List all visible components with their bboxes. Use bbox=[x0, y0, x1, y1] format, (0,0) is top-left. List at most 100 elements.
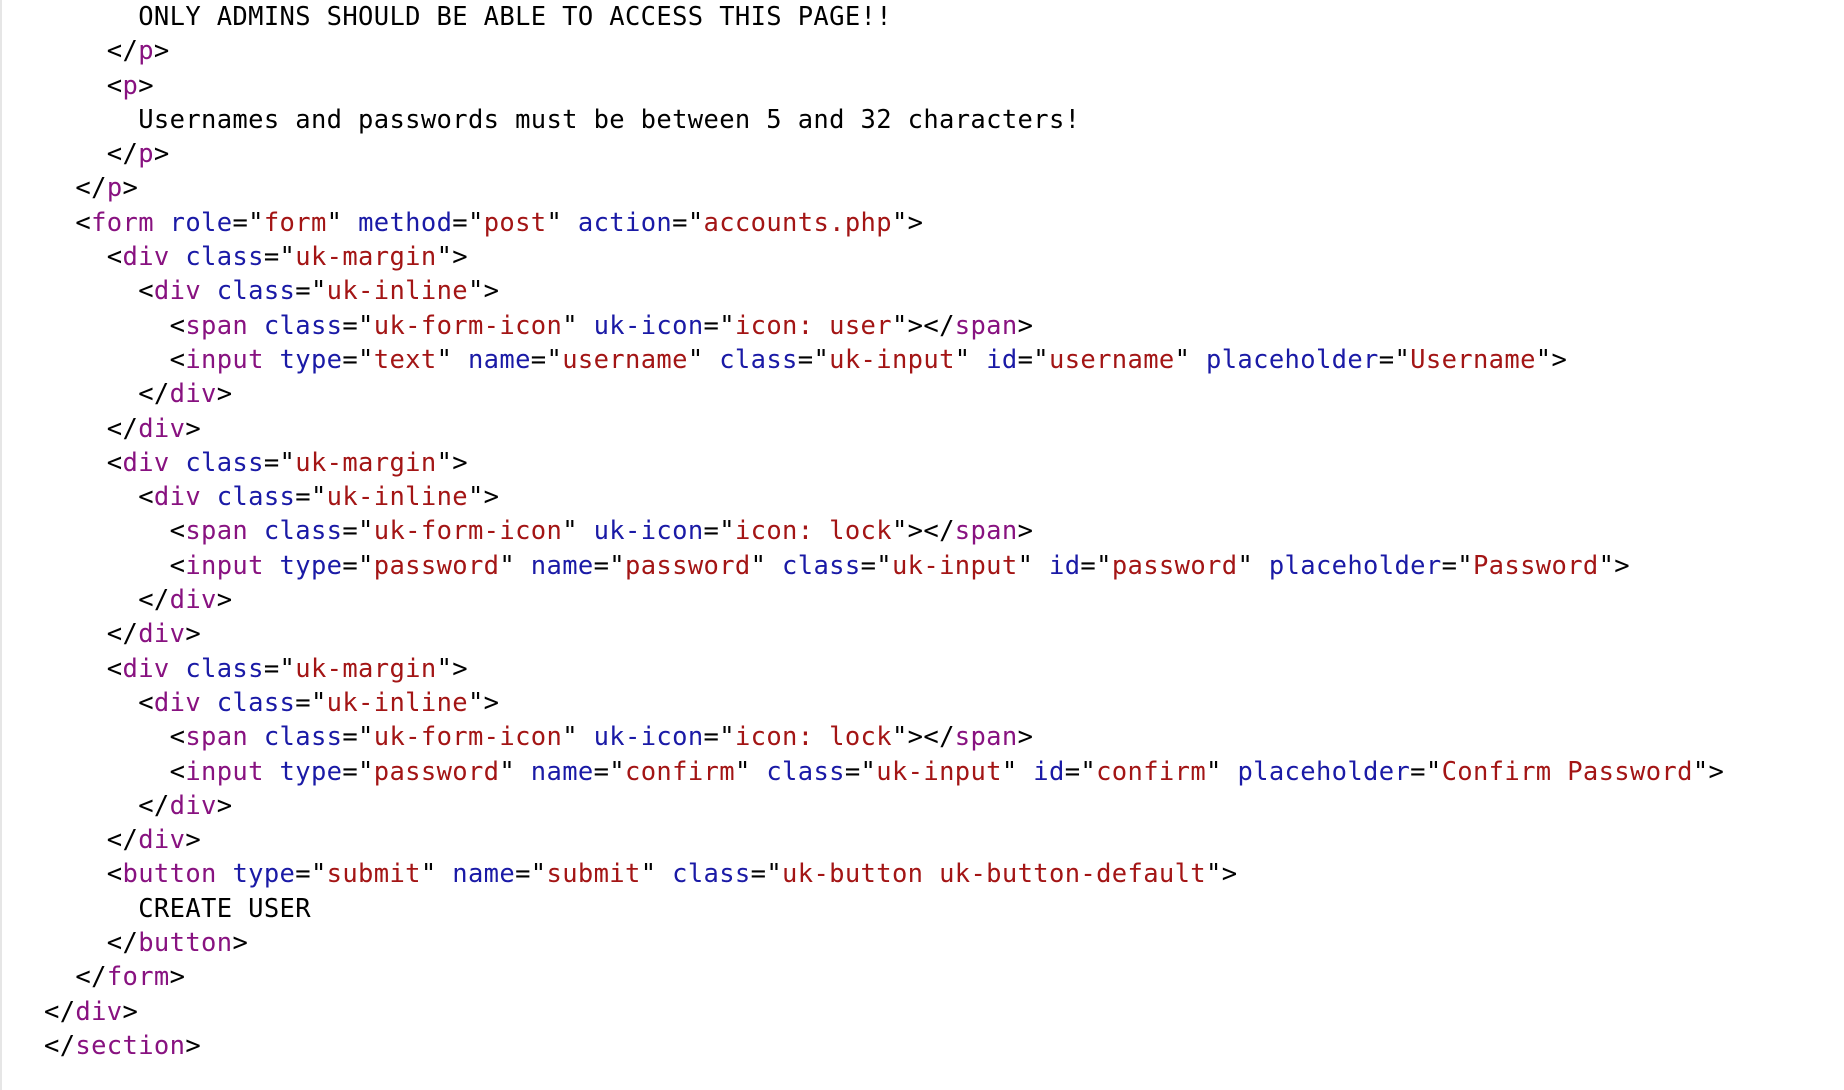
code-punctuation: " bbox=[1206, 756, 1238, 787]
code-attribute-value: username bbox=[1049, 344, 1175, 375]
code-punctuation: =" bbox=[342, 550, 374, 581]
code-attribute-name: uk-icon bbox=[593, 516, 704, 547]
code-attribute-value: uk-inline bbox=[326, 687, 468, 718]
code-punctuation: " bbox=[326, 207, 359, 238]
code-text: CREATE USER bbox=[44, 893, 311, 924]
code-punctuation: =" bbox=[295, 482, 327, 513]
code-punctuation bbox=[248, 516, 264, 546]
code-punctuation: > bbox=[185, 413, 202, 444]
code-punctuation: =" bbox=[750, 859, 783, 890]
code-attribute-name: placeholder bbox=[1268, 550, 1442, 581]
code-attribute-value: Confirm Password bbox=[1441, 756, 1693, 787]
code-attribute-value: password bbox=[373, 756, 500, 787]
code-attribute-name: type bbox=[279, 344, 343, 375]
code-attribute-value: uk-inline bbox=[326, 276, 468, 307]
code-punctuation: > bbox=[232, 928, 249, 959]
code-line: <form role="form" method="post" action="… bbox=[44, 206, 1724, 240]
code-tag-name: span bbox=[954, 516, 1018, 547]
code-attribute-name: class bbox=[185, 653, 264, 684]
code-attribute-name: id bbox=[1033, 756, 1065, 787]
code-punctuation: </ bbox=[44, 928, 139, 959]
code-punctuation bbox=[248, 311, 264, 341]
code-attribute-name: name bbox=[530, 550, 594, 581]
code-attribute-name: class bbox=[782, 550, 861, 581]
code-attribute-name: type bbox=[279, 756, 343, 787]
code-tag-name: div bbox=[75, 996, 123, 1027]
code-punctuation: =" bbox=[1064, 756, 1097, 787]
code-punctuation: =" bbox=[672, 207, 704, 238]
code-punctuation: < bbox=[44, 687, 154, 718]
code-attribute-value: Username bbox=[1410, 344, 1536, 375]
code-punctuation: =" bbox=[593, 756, 626, 787]
code-attribute-name: class bbox=[263, 722, 343, 753]
code-line: CREATE USER bbox=[44, 892, 1724, 926]
code-punctuation: > bbox=[185, 619, 202, 650]
code-punctuation: "> bbox=[467, 482, 500, 513]
code-punctuation: < bbox=[44, 550, 186, 581]
code-attribute-value: uk-margin bbox=[295, 242, 437, 273]
code-tag-name: form bbox=[91, 207, 154, 238]
code-attribute-value: Password bbox=[1472, 550, 1599, 581]
code-attribute-value: accounts.php bbox=[703, 207, 892, 238]
code-punctuation: =" bbox=[232, 207, 264, 238]
code-attribute-name: role bbox=[169, 207, 233, 238]
code-punctuation: < bbox=[44, 344, 186, 375]
code-tag-name: p bbox=[138, 36, 154, 67]
code-attribute-name: name bbox=[452, 859, 516, 890]
code-punctuation: > bbox=[122, 173, 139, 204]
code-punctuation bbox=[264, 757, 280, 787]
code-punctuation: </ bbox=[44, 619, 139, 650]
code-tag-name: div bbox=[122, 447, 170, 478]
code-punctuation bbox=[201, 688, 217, 718]
code-punctuation: </ bbox=[44, 36, 139, 67]
code-punctuation: =" bbox=[844, 756, 877, 787]
code-punctuation: </ bbox=[44, 996, 76, 1027]
code-punctuation: </ bbox=[44, 413, 139, 444]
code-tag-name: span bbox=[185, 722, 249, 753]
code-attribute-value: icon: lock bbox=[734, 722, 892, 753]
code-attribute-value: uk-input bbox=[829, 344, 955, 375]
code-tag-name: span bbox=[185, 310, 249, 341]
code-punctuation: "> bbox=[467, 687, 500, 718]
code-attribute-value: uk-inline bbox=[326, 482, 468, 513]
code-punctuation: </ bbox=[44, 790, 170, 821]
code-line: </div> bbox=[44, 617, 1724, 651]
code-punctuation bbox=[217, 859, 233, 889]
code-tag-name: input bbox=[185, 344, 264, 375]
code-punctuation: "> bbox=[1598, 550, 1631, 581]
code-punctuation: " bbox=[420, 859, 453, 890]
code-line: </div> bbox=[44, 789, 1724, 823]
code-tag-name: div bbox=[169, 790, 217, 821]
code-punctuation bbox=[170, 654, 186, 684]
code-tag-name: div bbox=[138, 825, 186, 856]
code-tag-name: button bbox=[138, 928, 233, 959]
code-tag-name: span bbox=[954, 722, 1018, 753]
code-punctuation: </ bbox=[44, 825, 139, 856]
code-attribute-value: uk-form-icon bbox=[373, 516, 563, 547]
code-punctuation: =" bbox=[295, 276, 327, 307]
code-punctuation: "> bbox=[891, 207, 924, 238]
code-punctuation: " bbox=[687, 344, 720, 375]
code-line: </div> bbox=[44, 995, 1724, 1029]
code-punctuation: " bbox=[562, 516, 594, 547]
code-line: <button type="submit" name="submit" clas… bbox=[44, 857, 1724, 891]
code-attribute-name: method bbox=[358, 207, 453, 238]
code-attribute-value: post bbox=[483, 207, 547, 238]
code-line: <input type="text" name="username" class… bbox=[44, 343, 1724, 377]
code-punctuation: > bbox=[153, 139, 170, 170]
code-attribute-name: class bbox=[672, 859, 751, 890]
code-line: </p> bbox=[44, 171, 1724, 205]
code-line: <div class="uk-inline"> bbox=[44, 480, 1724, 514]
code-punctuation: =" bbox=[263, 447, 296, 478]
code-attribute-value: uk-input bbox=[891, 550, 1018, 581]
code-punctuation: =" bbox=[452, 207, 484, 238]
code-punctuation bbox=[248, 722, 264, 752]
code-line: </div> bbox=[44, 583, 1724, 617]
code-attribute-name: name bbox=[467, 344, 531, 375]
code-punctuation: > bbox=[169, 962, 186, 993]
code-line: <div class="uk-margin"> bbox=[44, 652, 1724, 686]
code-tag-name: input bbox=[185, 756, 264, 787]
code-punctuation: > bbox=[1017, 516, 1034, 547]
code-punctuation: " bbox=[1174, 344, 1207, 375]
code-attribute-name: action bbox=[577, 207, 673, 238]
